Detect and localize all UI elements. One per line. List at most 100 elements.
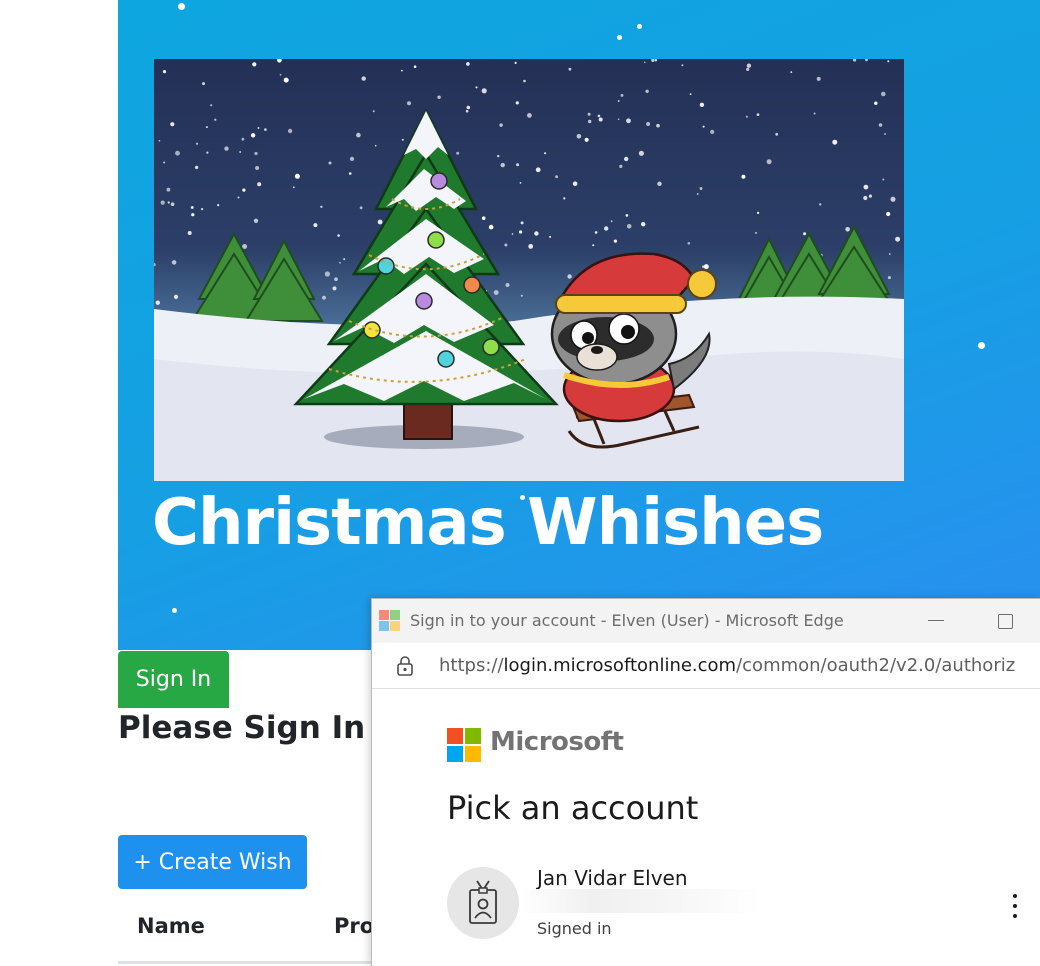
snow-particle bbox=[252, 62, 257, 67]
snow-particle bbox=[863, 184, 869, 190]
snow-particle bbox=[250, 133, 256, 138]
sign-in-button[interactable]: Sign In bbox=[118, 651, 229, 708]
snow-particle bbox=[610, 220, 613, 223]
snow-particle bbox=[237, 196, 240, 199]
snow-particle bbox=[884, 133, 886, 135]
snow-particle bbox=[505, 283, 510, 287]
snow-particle bbox=[170, 122, 175, 127]
snow-particle bbox=[626, 118, 631, 124]
table-header-divider bbox=[118, 961, 378, 964]
lock-icon[interactable] bbox=[396, 655, 414, 677]
snow-particle bbox=[167, 201, 170, 204]
minimize-icon[interactable] bbox=[928, 620, 944, 621]
snow-particle bbox=[656, 123, 660, 128]
christmas-banner-image bbox=[154, 59, 904, 481]
snow-particle bbox=[202, 82, 205, 86]
snow-particle bbox=[437, 95, 441, 99]
snow-particle bbox=[878, 123, 883, 127]
column-header-pro[interactable]: Pro bbox=[334, 914, 374, 938]
snow-particle bbox=[499, 123, 503, 127]
snowflake bbox=[978, 342, 985, 349]
account-tile[interactable]: Jan Vidar Elven Signed in bbox=[442, 861, 1037, 941]
create-wish-button[interactable]: + Create Wish bbox=[118, 835, 307, 889]
snow-particle bbox=[699, 102, 705, 107]
snow-particle bbox=[604, 226, 609, 231]
snow-particle bbox=[646, 122, 651, 126]
snow-particle bbox=[264, 128, 267, 131]
snow-particle bbox=[597, 114, 601, 118]
pick-account-heading: Pick an account bbox=[447, 789, 699, 827]
snow-particle bbox=[874, 101, 878, 105]
snow-particle bbox=[863, 195, 868, 201]
snow-particle bbox=[173, 294, 179, 299]
account-badge-icon bbox=[447, 867, 519, 939]
snowflake bbox=[172, 608, 177, 613]
maximize-icon[interactable] bbox=[998, 614, 1013, 629]
snow-particle bbox=[523, 79, 526, 83]
snow-particle bbox=[549, 235, 552, 238]
snow-particle bbox=[361, 76, 366, 81]
snow-particle bbox=[493, 290, 499, 295]
snow-particle bbox=[313, 223, 318, 228]
snow-particle bbox=[328, 161, 332, 165]
snow-particle bbox=[239, 151, 242, 153]
snow-particle bbox=[598, 117, 603, 122]
snow-particle bbox=[520, 294, 523, 297]
snow-particle bbox=[257, 127, 260, 129]
snow-particle bbox=[816, 76, 821, 81]
snow-particle bbox=[241, 137, 245, 141]
snow-particle bbox=[624, 156, 629, 162]
url-text[interactable]: https://login.microsoftonline.com/common… bbox=[439, 655, 1015, 676]
snow-particle bbox=[359, 206, 363, 210]
snow-particle bbox=[348, 172, 352, 175]
snow-particle bbox=[205, 126, 208, 129]
account-status: Signed in bbox=[537, 919, 612, 938]
snow-particle bbox=[170, 202, 175, 206]
snow-particle bbox=[515, 101, 519, 105]
snow-particle bbox=[689, 93, 692, 95]
snow-particle bbox=[572, 181, 578, 186]
snow-particle bbox=[845, 227, 850, 232]
address-bar[interactable]: https://login.microsoftonline.com/common… bbox=[372, 643, 1040, 689]
redacted-email bbox=[520, 889, 760, 913]
snow-particle bbox=[882, 178, 885, 181]
more-options-icon[interactable] bbox=[1010, 894, 1020, 924]
snow-particle bbox=[160, 200, 165, 205]
snow-particle bbox=[641, 222, 646, 227]
snow-particle bbox=[555, 175, 558, 179]
snow-particle bbox=[294, 173, 300, 179]
snow-particle bbox=[224, 146, 229, 151]
snow-particle bbox=[497, 154, 500, 158]
snow-particle bbox=[377, 219, 383, 225]
snow-particle bbox=[162, 70, 167, 74]
column-header-name[interactable]: Name bbox=[137, 914, 205, 938]
snow-particle bbox=[407, 101, 411, 106]
snow-particle bbox=[657, 181, 662, 186]
snow-particle bbox=[481, 216, 486, 220]
snow-particle bbox=[519, 182, 522, 184]
snow-particle bbox=[163, 161, 166, 164]
snow-particle bbox=[755, 231, 757, 234]
snow-particle bbox=[710, 129, 715, 134]
snow-particle bbox=[745, 115, 749, 118]
snow-particle bbox=[254, 151, 258, 156]
snow-particle bbox=[200, 207, 204, 211]
snow-particle bbox=[887, 60, 890, 63]
snow-particle bbox=[372, 110, 375, 113]
snow-particle bbox=[475, 86, 478, 89]
snow-particle bbox=[481, 88, 487, 94]
snow-particle bbox=[592, 244, 595, 247]
snow-particle bbox=[519, 230, 523, 234]
snow-particle bbox=[703, 264, 709, 270]
snow-particle bbox=[567, 274, 572, 279]
snow-particle bbox=[696, 193, 699, 195]
badge-glyph bbox=[469, 880, 497, 924]
snow-particle bbox=[504, 243, 508, 247]
snow-particle bbox=[757, 211, 760, 214]
snow-particle bbox=[617, 118, 620, 120]
snow-particle bbox=[191, 213, 195, 217]
snow-particle bbox=[625, 214, 629, 217]
snow-particle bbox=[868, 194, 873, 198]
snow-particle bbox=[337, 234, 340, 237]
window-title-bar[interactable]: Sign in to your account - Elven (User) -… bbox=[372, 599, 1040, 643]
